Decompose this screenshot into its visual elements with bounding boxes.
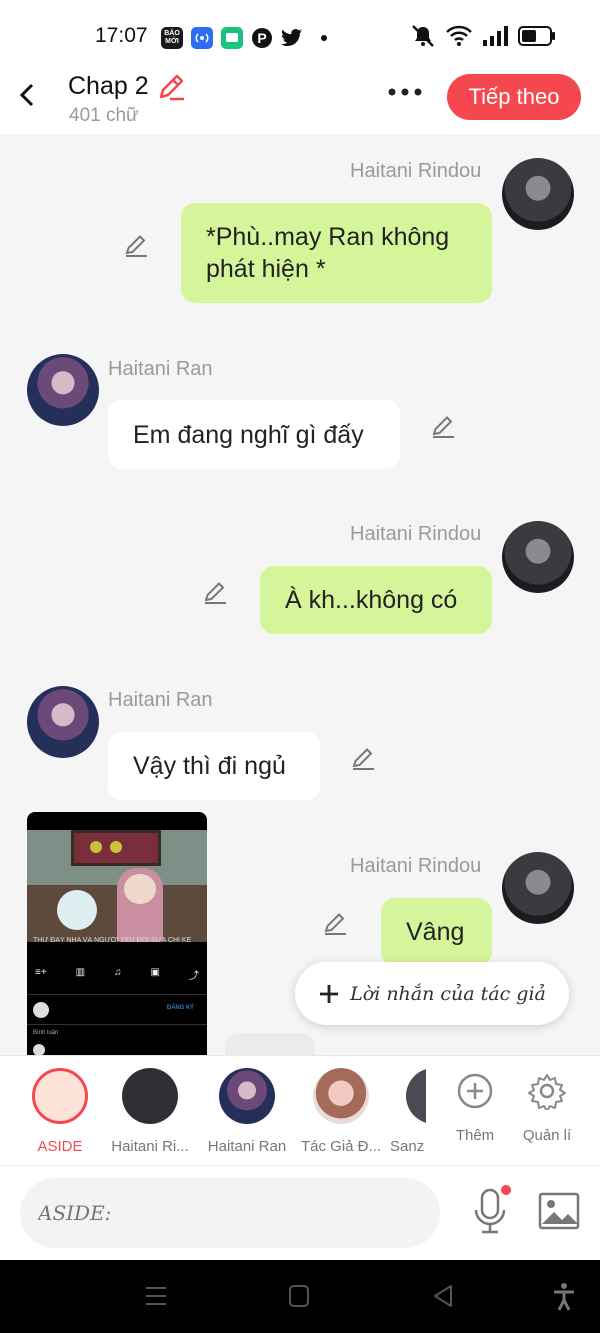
- accessibility-icon[interactable]: [552, 1282, 576, 1312]
- message-bubble-left[interactable]: Em đang nghĩ gì đấy: [108, 400, 400, 469]
- chapter-title: Chap 2: [68, 72, 149, 100]
- sender-name: Haitani Ran: [108, 358, 213, 380]
- more-options-icon[interactable]: [385, 82, 425, 102]
- edit-message-pencil-icon[interactable]: [350, 745, 376, 771]
- edit-message-pencil-icon[interactable]: [322, 910, 348, 936]
- status-time: 17:07: [95, 24, 148, 47]
- sender-name: Haitani Ran: [108, 689, 213, 711]
- message-input[interactable]: [20, 1178, 440, 1248]
- back-triangle-icon[interactable]: [432, 1284, 454, 1308]
- character-rindou[interactable]: Haitani Ri...: [105, 1068, 195, 1155]
- add-label: Thêm: [455, 1127, 495, 1144]
- more-notifications-dot: [321, 35, 327, 41]
- add-circle-icon: [457, 1073, 493, 1109]
- edit-title-pencil-icon[interactable]: [156, 72, 186, 102]
- video-title: THỬ ĐẤY NHA VÀ NGƯỜI YÊU ĐỐI SỬA CHỈ KẾ: [33, 937, 192, 944]
- aside-avatar: [32, 1068, 88, 1124]
- character-sanz[interactable]: Sanz: [390, 1068, 426, 1155]
- image-icon[interactable]: [538, 1192, 580, 1230]
- character-aside[interactable]: ASIDE: [15, 1068, 105, 1155]
- video-thumbnail: [27, 830, 207, 942]
- ran-avatar: [219, 1068, 275, 1124]
- video-actions: ≡+ ▥ ♫ ▣ ⤴: [35, 967, 199, 982]
- word-count: 401 chữ: [69, 105, 139, 126]
- plus-icon: [320, 984, 339, 1003]
- sender-name: Haitani Rindou: [350, 855, 482, 877]
- avatar-rindou: [502, 521, 574, 593]
- battery-icon: [518, 26, 555, 46]
- sender-name: Haitani Rindou: [350, 523, 482, 545]
- author-avatar: [313, 1068, 369, 1124]
- avatar-ran: [27, 686, 99, 758]
- message-bubble-right[interactable]: À kh...không có: [260, 566, 492, 634]
- message-bubble-left[interactable]: Vậy thì đi ngủ: [108, 732, 320, 800]
- edit-message-pencil-icon[interactable]: [123, 232, 149, 258]
- message-bubble-partial: [225, 1033, 315, 1055]
- recents-menu-icon[interactable]: [145, 1285, 167, 1307]
- mute-bell-icon: [412, 25, 434, 47]
- sanz-avatar: [406, 1068, 426, 1124]
- video-frame-painting: [71, 830, 161, 866]
- character-label: Sanz: [390, 1138, 425, 1155]
- headphones-icon[interactable]: ♫: [114, 967, 122, 982]
- recording-dot: [501, 1185, 511, 1195]
- broadcast-icon: [191, 27, 213, 49]
- manage-characters-button[interactable]: Quản lí: [512, 1072, 582, 1144]
- compose-bar: [0, 1165, 600, 1260]
- wifi-icon: [446, 25, 472, 46]
- status-bar: 17:07 BÁO MỚI P: [0, 0, 600, 72]
- edit-message-pencil-icon[interactable]: [202, 579, 228, 605]
- character-author[interactable]: Tác Giả Đ...: [296, 1068, 386, 1155]
- manage-label: Quản lí: [522, 1127, 572, 1144]
- avatar-rindou: [502, 158, 574, 230]
- comments-label: Bình luận: [33, 1030, 59, 1036]
- sender-name: Haitani Rindou: [350, 160, 482, 182]
- avatar-ran: [27, 354, 99, 426]
- subscribe-button[interactable]: ĐĂNG KÝ: [167, 1005, 194, 1011]
- back-arrow-icon[interactable]: [14, 80, 44, 110]
- character-label: ASIDE: [37, 1138, 83, 1155]
- baomoi-icon: BÁO MỚI: [161, 27, 183, 49]
- next-chapter-button[interactable]: Tiếp theo: [447, 74, 581, 120]
- pip-icon[interactable]: ▣: [151, 967, 160, 982]
- home-icon[interactable]: [288, 1284, 310, 1308]
- system-icons: [410, 24, 556, 48]
- author-note-button[interactable]: Lời nhắn của tác giả: [295, 962, 569, 1025]
- edit-message-pencil-icon[interactable]: [430, 413, 456, 439]
- rindou-avatar: [122, 1068, 178, 1124]
- add-character-button[interactable]: Thêm: [440, 1072, 510, 1144]
- message-bubble-right[interactable]: *Phù..may Ran không phát hiện *: [181, 203, 492, 303]
- avatar-rindou: [502, 852, 574, 924]
- channel-avatar: [33, 1002, 49, 1018]
- share-icon[interactable]: ⤴: [189, 967, 199, 982]
- character-label: Haitani Ri...: [111, 1138, 189, 1155]
- message-bubble-right[interactable]: Vâng: [381, 898, 492, 966]
- pinterest-icon: P: [251, 27, 273, 49]
- notification-icons: BÁO MỚI P: [161, 27, 327, 49]
- svg-text:P: P: [257, 30, 266, 46]
- equalizer-icon[interactable]: ▥: [76, 967, 85, 982]
- signal-icon: [483, 26, 508, 46]
- gear-icon: [528, 1074, 566, 1112]
- chapter-header: Chap 2 401 chữ Tiếp theo: [0, 72, 600, 134]
- character-ran[interactable]: Haitani Ran: [202, 1068, 292, 1155]
- add-icon[interactable]: ≡+: [35, 967, 47, 982]
- character-label: Haitani Ran: [207, 1138, 287, 1155]
- twitter-icon: [281, 27, 303, 49]
- author-note-label: Lời nhắn của tác giả: [350, 982, 546, 1005]
- chat-app-icon: [221, 27, 243, 49]
- system-navigation-bar: [0, 1260, 600, 1333]
- character-label: Tác Giả Đ...: [300, 1138, 382, 1155]
- character-selector: ASIDE Haitani Ri... Haitani Ran Tác Giả …: [0, 1055, 600, 1165]
